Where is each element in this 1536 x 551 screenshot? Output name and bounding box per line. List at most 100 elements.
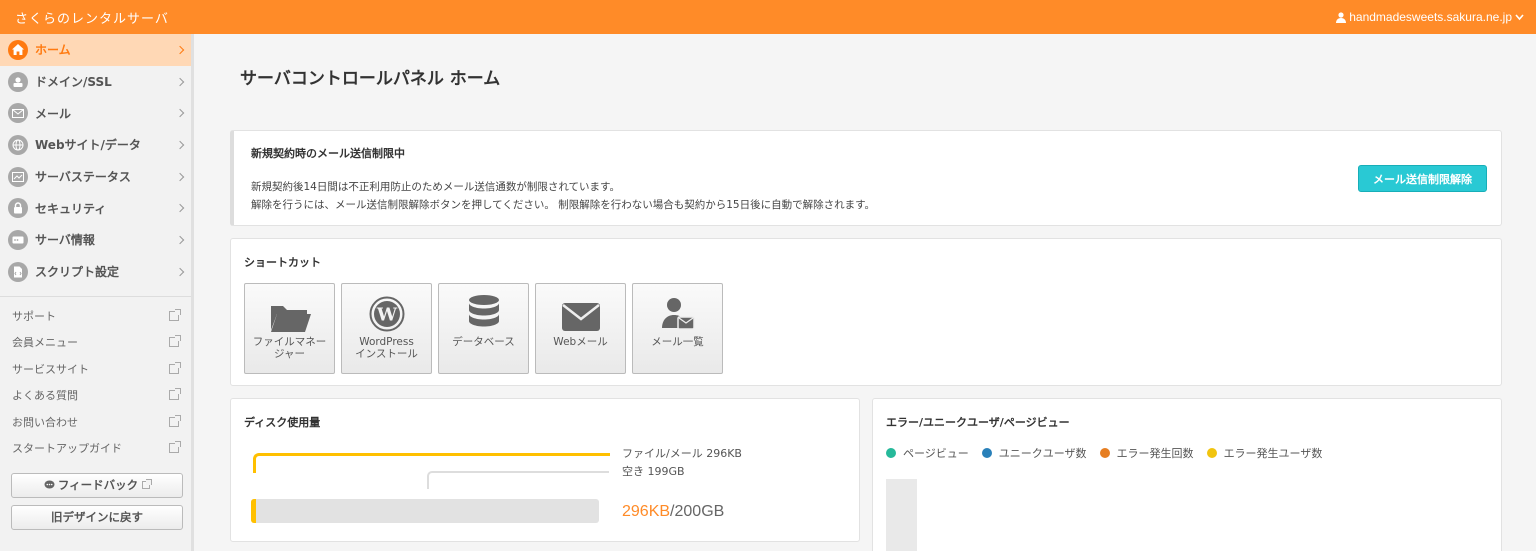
- sidebar-item-chart[interactable]: サーバステータス: [0, 161, 191, 193]
- sidebar-item-globe[interactable]: Webサイト/データ: [0, 129, 191, 161]
- legend-item[interactable]: ページビュー: [886, 445, 969, 461]
- chevron-right-icon: [175, 77, 185, 86]
- shortcut-database[interactable]: データベース: [438, 283, 529, 374]
- unlock-mail-limit-button[interactable]: メール送信制限解除: [1358, 165, 1487, 192]
- disk-usage-card: ディスク使用量 ファイル/メール 296KB 空き 199GB 296KB/20…: [230, 398, 860, 542]
- free-label: 空き 199GB: [622, 465, 685, 478]
- home-icon: [8, 39, 28, 60]
- top-header: さくらのレンタルサーバ handmadesweets.sakura.ne.jp: [0, 0, 1536, 34]
- stats-legend: ページビュー ユニークユーザ数 エラー発生回数 エラー発生ユーザ数: [886, 445, 1322, 461]
- chevron-right-icon: [175, 267, 185, 276]
- folder-icon: [269, 284, 311, 332]
- user-mail-icon: [660, 284, 696, 332]
- sidebar-item-lock[interactable]: セキュリティ: [0, 192, 191, 224]
- external-link-icon: [169, 361, 181, 374]
- chevron-right-icon: [175, 108, 185, 118]
- feedback-button[interactable]: フィードバック: [11, 472, 183, 498]
- chevron-right-icon: [175, 235, 185, 245]
- database-icon: [467, 284, 501, 332]
- external-link-label: お問い合わせ: [12, 415, 78, 429]
- brand-logo[interactable]: さくらのレンタルサーバ: [15, 8, 169, 27]
- external-link-item[interactable]: サポート: [0, 303, 191, 330]
- legend-dot: [886, 448, 896, 458]
- mail-icon: [8, 103, 28, 124]
- legend-item[interactable]: エラー発生ユーザ数: [1206, 445, 1323, 461]
- external-link-icon: [169, 441, 181, 454]
- sidebar-item-server[interactable]: サーバ情報: [0, 224, 191, 256]
- external-link-icon: [169, 308, 181, 321]
- sidebar-item-script[interactable]: スクリプト設定: [0, 256, 191, 288]
- sidebar-item-label: サーバ情報: [35, 233, 95, 248]
- domain-icon: [8, 71, 28, 92]
- user-icon: [1336, 11, 1347, 23]
- page-title: サーバコントロールパネル ホーム: [240, 69, 501, 89]
- account-name: handmadesweets.sakura.ne.jp: [1349, 10, 1512, 24]
- old-design-button[interactable]: 旧デザインに戻す: [11, 504, 183, 530]
- disk-used-value: 296KB: [622, 503, 671, 520]
- legend-label: エラー発生ユーザ数: [1223, 447, 1323, 460]
- legend-item[interactable]: エラー発生回数: [1099, 445, 1194, 461]
- external-link-icon: [169, 335, 181, 348]
- external-link-icon: [169, 388, 181, 401]
- legend-label: ユニークユーザ数: [998, 447, 1087, 460]
- sidebar-divider: [0, 295, 191, 297]
- legend-item[interactable]: ユニークユーザ数: [981, 445, 1087, 461]
- disk-total: 296KB/200GB: [622, 503, 724, 521]
- stats-chart: [886, 475, 1486, 551]
- disk-usage-fill: [251, 499, 256, 523]
- sidebar-item-label: ドメイン/SSL: [35, 75, 112, 90]
- external-link-item[interactable]: スタートアップガイド: [0, 435, 191, 462]
- external-link-label: よくある質問: [12, 389, 78, 403]
- notice-title: 新規契約時のメール送信制限中: [251, 147, 405, 160]
- external-links: サポート会員メニューサービスサイトよくある質問 お問い合わせスタートアップガイド: [0, 303, 191, 462]
- sidebar-item-label: セキュリティ: [35, 201, 107, 216]
- sidebar-item-label: ホーム: [35, 43, 71, 58]
- chat-icon: [44, 480, 55, 489]
- disk-title: ディスク使用量: [244, 416, 321, 429]
- external-link-label: サポート: [12, 309, 56, 323]
- shortcut-tiles: ファイルマネー ジャー W WordPress インストール データベース Webメール…: [244, 283, 723, 374]
- disk-usage-bar: [251, 499, 599, 523]
- legend-label: エラー発生回数: [1116, 447, 1194, 460]
- external-link-item[interactable]: 会員メニュー: [0, 329, 191, 356]
- shortcut-label: ファイルマネー ジャー: [252, 336, 327, 360]
- chart-bar: [886, 479, 917, 551]
- wordpress-icon: W: [369, 284, 405, 332]
- external-link-label: スタートアップガイド: [12, 442, 122, 456]
- feedback-label: フィードバック: [57, 478, 139, 492]
- shortcut-wordpress[interactable]: W WordPress インストール: [341, 283, 432, 374]
- shortcut-user-mail[interactable]: メール一覧: [632, 283, 723, 374]
- notice-text-1: 新規契約後14日間は不正利用防止のためメール送信通数が制限されています。: [251, 181, 620, 193]
- external-link-item[interactable]: お問い合わせ: [0, 409, 191, 436]
- sidebar-item-mail[interactable]: メール: [0, 97, 191, 129]
- sidebar-item-label: サーバステータス: [35, 170, 131, 185]
- disk-total-value: /200GB: [670, 503, 725, 520]
- server-icon: [8, 229, 28, 250]
- shortcut-folder[interactable]: ファイルマネー ジャー: [244, 283, 335, 374]
- chart-icon: [8, 166, 28, 187]
- lock-icon: [8, 198, 28, 219]
- sidebar-item-label: Webサイト/データ: [35, 138, 141, 153]
- external-link-icon: [142, 479, 153, 489]
- external-link-item[interactable]: サービスサイト: [0, 356, 191, 383]
- sidebar: ホーム ドメイン/SSL メール Webサイト/データ サーバステータス セキュリティ サー…: [0, 34, 194, 551]
- globe-icon: [8, 134, 28, 155]
- account-menu[interactable]: handmadesweets.sakura.ne.jp: [1336, 10, 1524, 24]
- legend-dot: [981, 448, 992, 458]
- chevron-right-icon: [175, 140, 185, 150]
- sidebar-item-home[interactable]: ホーム: [0, 34, 191, 66]
- used-bracket: [253, 453, 610, 473]
- notice-card: 新規契約時のメール送信制限中 新規契約後14日間は不正利用防止のためメール送信通…: [230, 130, 1502, 226]
- shortcut-envelope[interactable]: Webメール: [535, 283, 626, 374]
- external-link-item[interactable]: よくある質問: [0, 382, 191, 409]
- sidebar-nav: ホームドメイン/SSL メール Webサイト/データ サーバステータス セキュリティ サー…: [0, 34, 191, 288]
- stats-card: エラー/ユニークユーザ/ページビュー ページビュー ユニークユーザ数 エラー発生回数…: [872, 398, 1502, 551]
- sidebar-item-domain[interactable]: ドメイン/SSL: [0, 66, 191, 98]
- chevron-right-icon: [175, 45, 185, 55]
- legend-dot: [1206, 448, 1217, 458]
- script-icon: [8, 261, 28, 282]
- svg-text:W: W: [375, 305, 397, 326]
- notice-text-2: 解除を行うには、メール送信制限解除ボタンを押してください。 制限解除を行わない場…: [251, 199, 876, 211]
- chevron-right-icon: [175, 204, 185, 213]
- external-link-label: 会員メニュー: [12, 336, 78, 350]
